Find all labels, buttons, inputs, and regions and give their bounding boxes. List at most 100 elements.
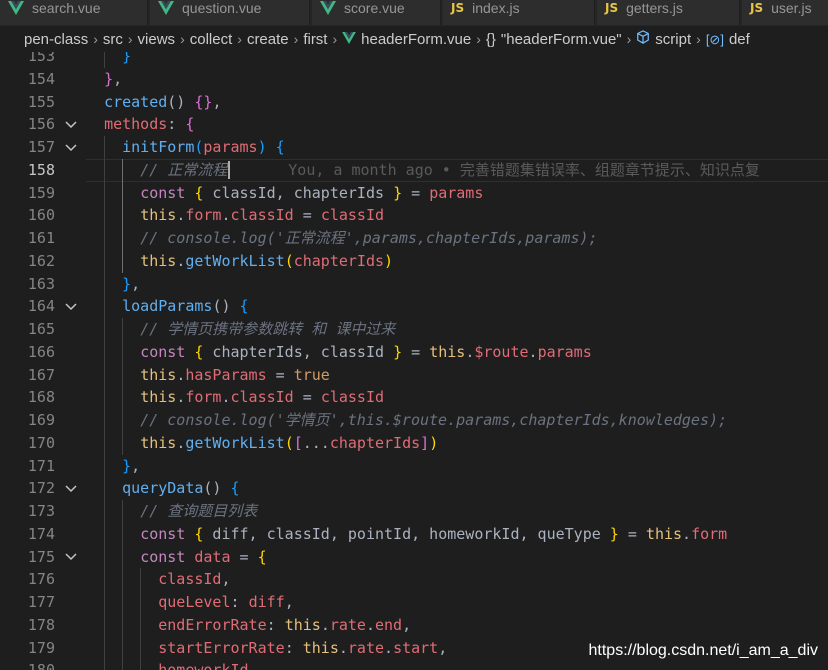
tab-index-js[interactable]: JS index.js xyxy=(443,0,595,25)
line-number: 164 xyxy=(27,297,55,316)
line-number: 154 xyxy=(27,69,55,88)
code-line[interactable]: 180 homeworkId xyxy=(0,659,828,670)
line-number: 156 xyxy=(27,115,55,134)
line-number: 171 xyxy=(27,456,55,475)
tab-search-vue[interactable]: search.vue xyxy=(0,0,148,25)
code-line[interactable]: 168 this.form.classId = classId xyxy=(0,386,828,410)
code-line[interactable]: 175 const data = { xyxy=(0,545,828,569)
code-text: queLevel: diff, xyxy=(158,593,294,611)
breadcrumb-item[interactable]: create xyxy=(247,31,289,48)
code-text: // 查询题目列表 xyxy=(140,502,258,520)
cube-icon xyxy=(636,30,650,44)
vue-icon xyxy=(342,31,357,44)
line-number: 170 xyxy=(27,433,55,452)
code-line[interactable]: 162 this.getWorkList(chapterIds) xyxy=(0,249,828,273)
code-text: classId, xyxy=(158,570,231,589)
code-line[interactable]: 165 // 学情页携带参数跳转 和 课中过来 xyxy=(0,318,828,341)
fold-chevron-icon[interactable] xyxy=(64,136,78,159)
breadcrumb-chevron-icon: › xyxy=(476,31,481,47)
code-line[interactable]: 167 this.hasParams = true xyxy=(0,363,828,387)
breadcrumb-item[interactable]: views xyxy=(138,31,176,48)
vue-icon xyxy=(158,1,174,15)
code-text: const { diff, classId, pointId, homework… xyxy=(140,524,728,543)
breadcrumb-item[interactable]: src xyxy=(103,31,123,48)
breadcrumb-item[interactable]: pen-class xyxy=(24,31,88,48)
code-line[interactable]: 177 queLevel: diff, xyxy=(0,591,828,614)
breadcrumb-item[interactable]: script xyxy=(636,30,691,48)
code-line[interactable]: 178 endErrorRate: this.rate.end, xyxy=(0,613,828,637)
line-number: 173 xyxy=(27,502,55,520)
fold-chevron-icon[interactable] xyxy=(64,546,78,569)
tab-getters-js[interactable]: JS getters.js xyxy=(597,0,740,25)
line-number: 177 xyxy=(27,593,55,611)
line-number: 174 xyxy=(27,524,55,543)
breadcrumb-item[interactable]: collect xyxy=(190,31,233,48)
code-line[interactable]: 174 const { diff, classId, pointId, home… xyxy=(0,522,828,546)
code-text: this.form.classId = classId xyxy=(140,206,385,225)
code-line[interactable]: 153 } xyxy=(0,52,828,68)
code-line[interactable]: 158 // 正常流程 You, a month ago • 完善错题集错误率、组… xyxy=(0,158,828,182)
code-line[interactable]: 155 created() {}, xyxy=(0,91,828,114)
breadcrumb-item[interactable]: [⊘] def xyxy=(706,31,750,48)
code-line[interactable]: 164 loadParams() { xyxy=(0,295,828,319)
code-line[interactable]: 169 // console.log('学情页',this.$route.par… xyxy=(0,409,828,432)
code-line[interactable]: 161 // console.log('正常流程',params,chapter… xyxy=(0,227,828,250)
breadcrumb-label: first xyxy=(303,30,328,48)
code-text: created() {}, xyxy=(104,92,222,111)
code-text: }, xyxy=(104,69,123,88)
code-line[interactable]: 156 methods: { xyxy=(0,113,828,136)
code-line[interactable]: 159 const { classId, chapterIds } = para… xyxy=(0,181,828,205)
tab-label: getters.js xyxy=(626,0,683,16)
code-text: this.getWorkList([...chapterIds]) xyxy=(140,433,439,452)
line-number: 167 xyxy=(27,365,55,384)
fold-chevron-icon[interactable] xyxy=(64,113,78,136)
breadcrumb-label: def xyxy=(728,30,750,48)
tab-score-vue[interactable]: score.vue xyxy=(312,0,441,25)
code-text: }, xyxy=(122,456,141,475)
editor-tab-bar: search.vue question.vue score.vue JS index.j… xyxy=(0,0,828,26)
code-text: startErrorRate: this.rate.start, xyxy=(158,638,448,657)
line-number: 153 xyxy=(27,52,55,65)
line-number: 175 xyxy=(27,547,55,566)
breadcrumb-chevron-icon: › xyxy=(127,31,133,47)
fold-chevron-icon[interactable] xyxy=(64,477,78,500)
breadcrumb-item[interactable]: {} "headerForm.vue" xyxy=(486,31,622,48)
code-line[interactable]: 154 }, xyxy=(0,68,828,91)
tab-question-vue[interactable]: question.vue xyxy=(150,0,310,25)
variable-icon: [⊘] xyxy=(705,31,724,47)
breadcrumb-label: src xyxy=(102,30,123,48)
breadcrumb-label: views xyxy=(137,30,176,48)
code-line[interactable]: 160 this.form.classId = classId xyxy=(0,204,828,228)
git-blame-annotation: You, a month ago • 完善错题集错误率、组题章节提示、知识点复 xyxy=(288,160,760,179)
code-text: }, xyxy=(122,274,141,293)
breadcrumb-label: "headerForm.vue" xyxy=(500,30,622,48)
breadcrumb-label: pen-class xyxy=(24,30,89,48)
code-text: homeworkId xyxy=(86,659,248,670)
line-number: 165 xyxy=(27,320,55,338)
line-number: 159 xyxy=(27,183,55,202)
breadcrumb-chevron-icon: › xyxy=(696,31,701,47)
code-line[interactable]: 163 }, xyxy=(0,272,828,296)
code-editor[interactable]: 153 } 154 }, 155 created() {}, 156 methods:… xyxy=(0,52,828,670)
code-line[interactable]: 166 const { chapterIds, classId } = this… xyxy=(0,340,828,364)
code-line[interactable]: 176 classId, xyxy=(0,568,828,592)
code-line[interactable]: 171 }, xyxy=(0,454,828,478)
breadcrumb: pen-class › src › views › collect › create › first… xyxy=(0,26,828,52)
breadcrumb-item[interactable]: first xyxy=(303,31,327,48)
code-text: this.getWorkList(chapterIds) xyxy=(140,251,394,270)
tab-label: question.vue xyxy=(182,0,262,16)
code-line[interactable]: 157 initForm(params) { xyxy=(0,136,828,159)
tab-user-js[interactable]: JS user.js xyxy=(742,0,828,25)
code-text: // 正常流程 You, a month ago • 完善错题集错误率、组题章节提… xyxy=(140,160,760,180)
text-cursor xyxy=(228,161,231,180)
code-text: this.form.classId = classId xyxy=(140,388,385,407)
js-icon: JS xyxy=(605,1,619,15)
code-line[interactable]: 170 this.getWorkList([...chapterIds]) xyxy=(0,431,828,455)
vue-icon xyxy=(8,1,24,15)
tab-label: index.js xyxy=(472,0,520,16)
code-line[interactable]: 172 queryData() { xyxy=(0,477,828,501)
code-line[interactable]: 173 // 查询题目列表 xyxy=(0,500,828,523)
breadcrumb-chevron-icon: › xyxy=(626,31,632,47)
breadcrumb-item[interactable]: headerForm.vue xyxy=(342,31,471,48)
fold-chevron-icon[interactable] xyxy=(64,295,78,318)
